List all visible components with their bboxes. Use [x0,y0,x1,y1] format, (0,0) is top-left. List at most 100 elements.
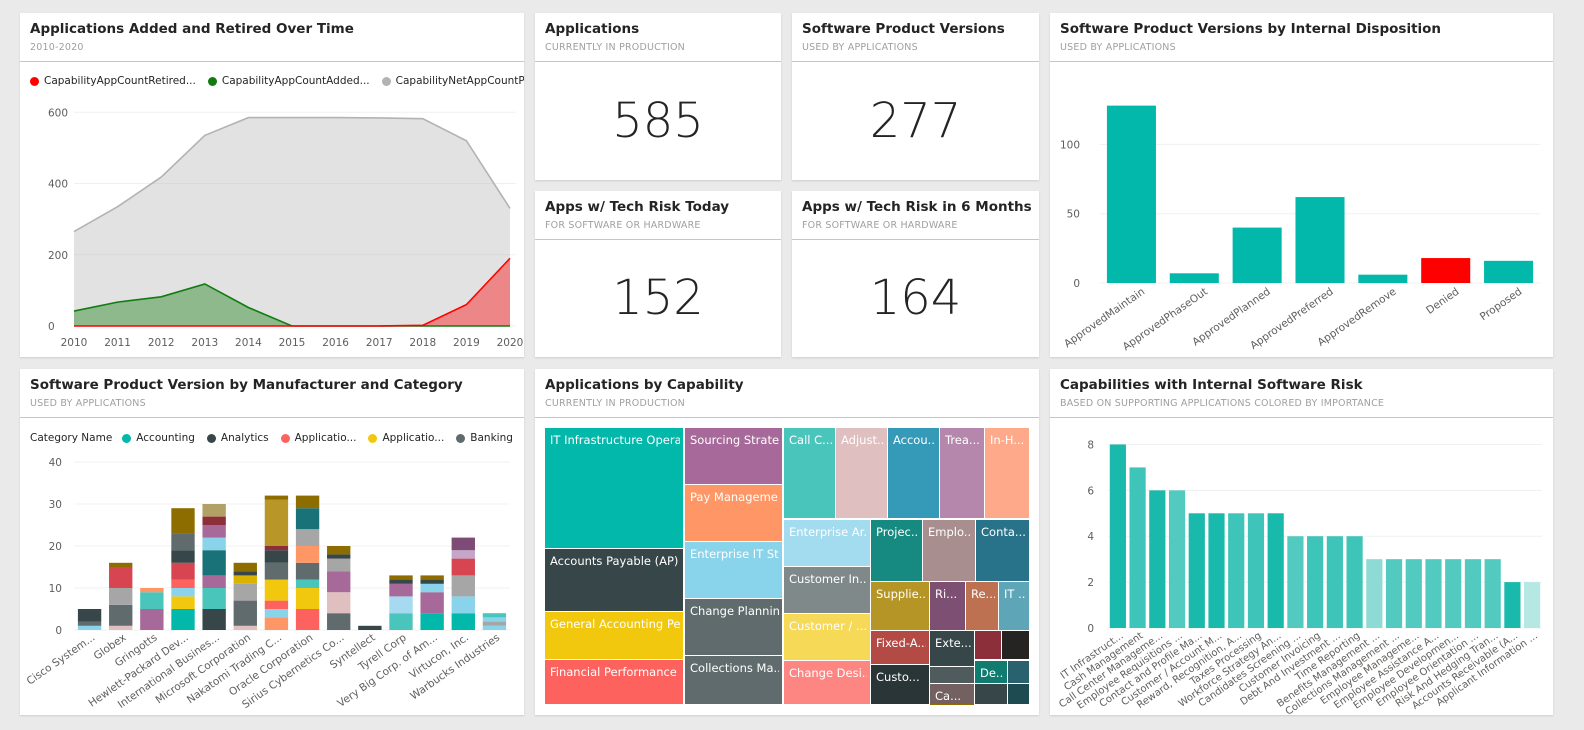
treemap-cell-label: Accounts Payable (AP) ... [550,554,680,568]
tile-risk-6-months[interactable]: Apps w/ Tech Risk in 6 Months FOR SOFTWA… [792,191,1039,357]
bar-segment [451,596,475,614]
treemap-cell[interactable] [1002,631,1029,659]
bar [1287,536,1304,628]
treemap-cell-label: Custo... [876,670,920,684]
treemap-cell-label: Customer / ... [789,619,867,633]
bar-segment [482,617,507,622]
treemap-cell[interactable]: Ri... [930,582,965,630]
bar-segment [451,613,475,630]
treemap-cell[interactable]: Customer In... [784,567,870,613]
card-value: 152 [612,270,704,326]
treemap-cell-label: Change Desi... [789,666,867,680]
treemap-cell[interactable] [975,631,1001,659]
bar-segment [140,588,164,593]
treemap-cell-label: Accou... [893,433,936,447]
x-tick-label: 2017 [366,337,393,349]
bar-segment [109,567,133,588]
treemap-cell-label: IT ... [1004,587,1026,601]
treemap-cell-label: Exte... [935,636,971,650]
treemap-cell[interactable]: Accou... [888,428,939,518]
treemap-cell-label: Fixed-A... [876,636,926,650]
bar-segment [109,588,133,605]
treemap-cell[interactable]: Call C... [784,428,835,518]
bar-segment [233,562,257,572]
treemap-cell[interactable]: Enterprise IT St... [685,542,782,598]
bar-segment [77,621,102,626]
treemap-cell[interactable]: Change Planning [685,599,782,655]
treemap-cell[interactable]: Fixed-A... [871,631,929,664]
tile-capability-treemap[interactable]: Applications by Capability CURRENTLY IN … [535,369,1039,715]
treemap-cell[interactable] [1008,684,1029,704]
tile-title: Apps w/ Tech Risk Today [545,199,730,215]
treemap-cell[interactable]: Change Desi... [784,661,870,704]
treemap-cell[interactable]: In-H... [985,428,1029,518]
treemap-cell[interactable]: IT ... [999,582,1029,630]
bar [1358,274,1408,283]
x-tick-label: Denied [1424,286,1461,317]
treemap-cell[interactable]: Enterprise Ar... [784,520,870,566]
treemap-cell-label: Ca... [935,689,962,703]
bar-segment [109,562,133,567]
tile-title: Apps w/ Tech Risk in 6 Months [802,199,1032,215]
treemap-cell[interactable]: Adjust... [836,428,887,518]
treemap-cell-label: Supplie... [876,587,926,601]
treemap-cell[interactable]: Pay Manageme... [685,485,782,541]
tile-risk-today[interactable]: Apps w/ Tech Risk Today FOR SOFTWARE OR … [535,191,781,357]
bar-segment [202,550,226,576]
tile-disposition[interactable]: Software Product Versions by Internal Di… [1050,13,1553,357]
bar [1168,490,1186,628]
tile-added-retired[interactable]: Applications Added and Retired Over Time… [20,13,524,357]
treemap-cell[interactable]: IT Infrastructure Opera... [545,428,683,548]
tile-manufacturer[interactable]: Software Product Version by Manufacturer… [20,369,524,715]
treemap-cell[interactable]: Sourcing Strate... [685,428,782,484]
treemap-cell[interactable]: Financial Performance ... [545,660,683,704]
y-tick-label: 200 [48,250,68,262]
x-tick-label: Proposed [1478,286,1524,324]
treemap-cell[interactable]: Exte... [930,631,974,666]
bar-segment [202,504,226,517]
treemap-cell-label: Emplo... [928,525,972,539]
bar-segment [327,571,351,593]
bar [1425,559,1442,628]
treemap-cell[interactable]: Re... [966,582,998,630]
bar-segment [233,575,257,584]
treemap-cell[interactable]: Supplie... [871,582,929,630]
treemap-cell-label: Change Planning [690,604,779,618]
bar-segment [202,537,226,551]
bar-segment [389,613,413,630]
tile-applications[interactable]: Applications CURRENTLY IN PRODUCTION 585 [535,13,781,180]
bar [1267,513,1284,628]
treemap-cell[interactable]: Projec... [871,520,922,581]
treemap-cell[interactable]: Customer / ... [784,614,870,660]
y-tick-label: 30 [49,499,62,511]
treemap-cell[interactable]: Trea... [940,428,984,518]
treemap-cell[interactable]: Accounts Payable (AP) ... [545,549,683,611]
tile-software-versions[interactable]: Software Product Versions USED BY APPLIC… [792,13,1039,180]
y-tick-label: 0 [1087,623,1094,635]
bar-segment [295,609,320,630]
treemap-cell[interactable] [975,684,1007,704]
bar [1366,559,1383,628]
bar-segment [451,575,475,597]
treemap-cell-label: Collections Ma... [690,661,779,675]
treemap-cell[interactable]: Collections Ma... [685,656,782,704]
treemap-cell[interactable] [1008,661,1029,683]
bar [1346,536,1363,628]
treemap-cell[interactable]: Emplo... [923,520,975,581]
tile-capability-risk[interactable]: Capabilities with Internal Software Risk… [1050,369,1553,715]
treemap-cell[interactable]: De... [975,661,1007,683]
treemap-cell-label: De... [980,666,1004,680]
treemap-cell[interactable]: General Accounting Pe... [545,612,683,659]
bar-segment [171,550,195,563]
treemap-cell[interactable] [930,667,974,683]
bar [1421,258,1471,283]
bar-segment [420,575,444,580]
card-value: 585 [612,92,704,149]
treemap-cell[interactable]: Ca... [930,684,974,704]
treemap-cell[interactable]: Conta... [976,520,1029,581]
bar [1109,444,1126,628]
treemap-cell[interactable]: Custo... [871,665,929,704]
treemap-cell[interactable] [930,704,974,705]
bar-segment [264,600,289,609]
bar [1326,536,1343,628]
